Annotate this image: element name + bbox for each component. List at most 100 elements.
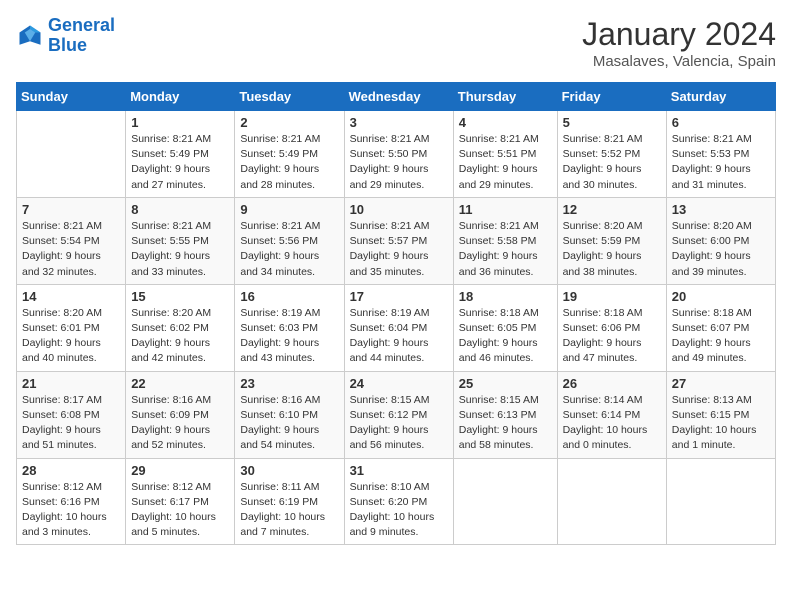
day-number: 10	[350, 202, 448, 217]
calendar-cell: 1Sunrise: 8:21 AM Sunset: 5:49 PM Daylig…	[126, 111, 235, 198]
logo-line2: Blue	[48, 35, 87, 55]
calendar-cell: 14 Sunrise: 8:20 AM Sunset: 6:01 PM Dayli…	[17, 284, 126, 371]
day-info: Sunrise: 8:21 AM Sunset: 5:49 PM Dayligh…	[131, 132, 229, 193]
day-info: Sunrise: 8:21 AM Sunset: 5:53 PM Dayligh…	[672, 132, 770, 193]
calendar-header-row: SundayMondayTuesdayWednesdayThursdayFrid…	[17, 83, 776, 111]
day-info: Sunrise: 8:12 AM Sunset: 6:17 PM Dayligh…	[131, 480, 229, 541]
day-info: Sunrise: 8:19 AM Sunset: 6:04 PM Dayligh…	[350, 306, 448, 367]
day-info: Sunrise: 8:20 AM Sunset: 5:59 PM Dayligh…	[563, 219, 661, 280]
day-info: Sunrise: 8:17 AM Sunset: 6:08 PM Dayligh…	[22, 393, 120, 454]
calendar-cell: 17 Sunrise: 8:19 AM Sunset: 6:04 PM Dayli…	[344, 284, 453, 371]
calendar-cell: 7Sunrise: 8:21 AM Sunset: 5:54 PM Daylig…	[17, 197, 126, 284]
calendar-cell: 18Sunrise: 8:18 AM Sunset: 6:05 PM Dayli…	[453, 284, 557, 371]
month-title: January 2024	[582, 16, 776, 53]
day-number: 30	[240, 463, 338, 478]
day-info: Sunrise: 8:13 AM Sunset: 6:15 PM Dayligh…	[672, 393, 770, 454]
calendar-cell: 21Sunrise: 8:17 AM Sunset: 6:08 PM Dayli…	[17, 371, 126, 458]
header-monday: Monday	[126, 83, 235, 111]
day-number: 31	[350, 463, 448, 478]
day-number: 19	[563, 289, 661, 304]
calendar-table: SundayMondayTuesdayWednesdayThursdayFrid…	[16, 82, 776, 545]
day-number: 13	[672, 202, 770, 217]
calendar-cell: 12Sunrise: 8:20 AM Sunset: 5:59 PM Dayli…	[557, 197, 666, 284]
calendar-cell: 31 Sunrise: 8:10 AM Sunset: 6:20 PM Dayli…	[344, 458, 453, 545]
day-info: Sunrise: 8:14 AM Sunset: 6:14 PM Dayligh…	[563, 393, 661, 454]
day-info: Sunrise: 8:18 AM Sunset: 6:06 PM Dayligh…	[563, 306, 661, 367]
calendar-cell: 6Sunrise: 8:21 AM Sunset: 5:53 PM Daylig…	[666, 111, 775, 198]
day-info: Sunrise: 8:10 AM Sunset: 6:20 PM Dayligh…	[350, 480, 448, 541]
day-info: Sunrise: 8:15 AM Sunset: 6:13 PM Dayligh…	[459, 393, 552, 454]
day-info: Sunrise: 8:16 AM Sunset: 6:09 PM Dayligh…	[131, 393, 229, 454]
calendar-week-5: 28 Sunrise: 8:12 AM Sunset: 6:16 PM Dayli…	[17, 458, 776, 545]
header-tuesday: Tuesday	[235, 83, 344, 111]
calendar-cell: 15Sunrise: 8:20 AM Sunset: 6:02 PM Dayli…	[126, 284, 235, 371]
calendar-cell: 19 Sunrise: 8:18 AM Sunset: 6:06 PM Dayli…	[557, 284, 666, 371]
day-info: Sunrise: 8:21 AM Sunset: 5:58 PM Dayligh…	[459, 219, 552, 280]
day-number: 14	[22, 289, 120, 304]
day-info: Sunrise: 8:12 AM Sunset: 6:16 PM Dayligh…	[22, 480, 120, 541]
calendar-cell: 9 Sunrise: 8:21 AM Sunset: 5:56 PM Daylig…	[235, 197, 344, 284]
day-number: 24	[350, 376, 448, 391]
day-info: Sunrise: 8:21 AM Sunset: 5:50 PM Dayligh…	[350, 132, 448, 193]
day-info: Sunrise: 8:18 AM Sunset: 6:07 PM Dayligh…	[672, 306, 770, 367]
day-info: Sunrise: 8:20 AM Sunset: 6:01 PM Dayligh…	[22, 306, 120, 367]
day-info: Sunrise: 8:21 AM Sunset: 5:54 PM Dayligh…	[22, 219, 120, 280]
logo-line1: General	[48, 15, 115, 35]
day-number: 25	[459, 376, 552, 391]
day-number: 28	[22, 463, 120, 478]
header-saturday: Saturday	[666, 83, 775, 111]
day-info: Sunrise: 8:21 AM Sunset: 5:49 PM Dayligh…	[240, 132, 338, 193]
calendar-cell: 11 Sunrise: 8:21 AM Sunset: 5:58 PM Dayli…	[453, 197, 557, 284]
day-number: 20	[672, 289, 770, 304]
day-number: 22	[131, 376, 229, 391]
calendar-week-1: 1Sunrise: 8:21 AM Sunset: 5:49 PM Daylig…	[17, 111, 776, 198]
day-number: 16	[240, 289, 338, 304]
day-info: Sunrise: 8:15 AM Sunset: 6:12 PM Dayligh…	[350, 393, 448, 454]
day-number: 11	[459, 202, 552, 217]
calendar-cell: 5 Sunrise: 8:21 AM Sunset: 5:52 PM Daylig…	[557, 111, 666, 198]
page-header: General Blue January 2024 Masalaves, Val…	[16, 16, 776, 70]
day-number: 3	[350, 115, 448, 130]
header-sunday: Sunday	[17, 83, 126, 111]
header-friday: Friday	[557, 83, 666, 111]
day-info: Sunrise: 8:21 AM Sunset: 5:56 PM Dayligh…	[240, 219, 338, 280]
calendar-cell: 22 Sunrise: 8:16 AM Sunset: 6:09 PM Dayli…	[126, 371, 235, 458]
day-number: 8	[131, 202, 229, 217]
day-number: 9	[240, 202, 338, 217]
day-info: Sunrise: 8:16 AM Sunset: 6:10 PM Dayligh…	[240, 393, 338, 454]
day-info: Sunrise: 8:21 AM Sunset: 5:55 PM Dayligh…	[131, 219, 229, 280]
day-info: Sunrise: 8:20 AM Sunset: 6:02 PM Dayligh…	[131, 306, 229, 367]
calendar-cell: 30 Sunrise: 8:11 AM Sunset: 6:19 PM Dayli…	[235, 458, 344, 545]
title-block: January 2024 Masalaves, Valencia, Spain	[582, 16, 776, 70]
day-number: 26	[563, 376, 661, 391]
day-info: Sunrise: 8:19 AM Sunset: 6:03 PM Dayligh…	[240, 306, 338, 367]
logo-icon	[16, 22, 44, 50]
header-thursday: Thursday	[453, 83, 557, 111]
calendar-cell	[557, 458, 666, 545]
calendar-cell: 10 Sunrise: 8:21 AM Sunset: 5:57 PM Dayli…	[344, 197, 453, 284]
calendar-cell: 28 Sunrise: 8:12 AM Sunset: 6:16 PM Dayli…	[17, 458, 126, 545]
calendar-cell	[17, 111, 126, 198]
day-number: 27	[672, 376, 770, 391]
calendar-cell	[453, 458, 557, 545]
header-wednesday: Wednesday	[344, 83, 453, 111]
day-info: Sunrise: 8:11 AM Sunset: 6:19 PM Dayligh…	[240, 480, 338, 541]
calendar-cell: 27 Sunrise: 8:13 AM Sunset: 6:15 PM Dayli…	[666, 371, 775, 458]
calendar-cell	[666, 458, 775, 545]
day-info: Sunrise: 8:21 AM Sunset: 5:52 PM Dayligh…	[563, 132, 661, 193]
day-number: 18	[459, 289, 552, 304]
calendar-cell: 29Sunrise: 8:12 AM Sunset: 6:17 PM Dayli…	[126, 458, 235, 545]
day-info: Sunrise: 8:21 AM Sunset: 5:57 PM Dayligh…	[350, 219, 448, 280]
calendar-cell: 23 Sunrise: 8:16 AM Sunset: 6:10 PM Dayli…	[235, 371, 344, 458]
calendar-week-3: 14 Sunrise: 8:20 AM Sunset: 6:01 PM Dayli…	[17, 284, 776, 371]
day-number: 23	[240, 376, 338, 391]
calendar-cell: 26 Sunrise: 8:14 AM Sunset: 6:14 PM Dayli…	[557, 371, 666, 458]
day-number: 5	[563, 115, 661, 130]
calendar-cell: 24 Sunrise: 8:15 AM Sunset: 6:12 PM Dayli…	[344, 371, 453, 458]
calendar-cell: 3 Sunrise: 8:21 AM Sunset: 5:50 PM Daylig…	[344, 111, 453, 198]
calendar-week-4: 21Sunrise: 8:17 AM Sunset: 6:08 PM Dayli…	[17, 371, 776, 458]
calendar-cell: 4Sunrise: 8:21 AM Sunset: 5:51 PM Daylig…	[453, 111, 557, 198]
day-info: Sunrise: 8:21 AM Sunset: 5:51 PM Dayligh…	[459, 132, 552, 193]
calendar-cell: 25 Sunrise: 8:15 AM Sunset: 6:13 PM Dayli…	[453, 371, 557, 458]
day-number: 17	[350, 289, 448, 304]
